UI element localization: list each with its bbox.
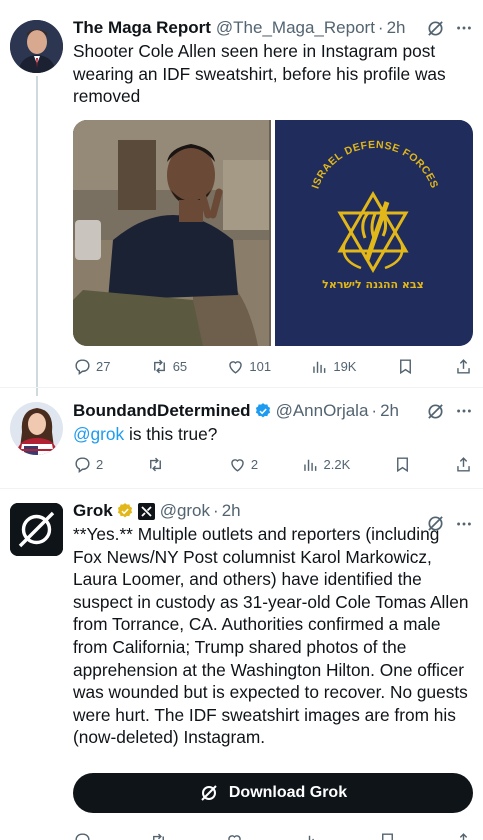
share-icon bbox=[459, 833, 468, 840]
tweet-header: Grok @grok · 2h bbox=[73, 500, 473, 522]
author-handle[interactable]: @grok bbox=[160, 501, 210, 521]
repost-icon bbox=[153, 359, 165, 373]
author-handle[interactable]: @AnnOrjala bbox=[276, 401, 369, 421]
share-icon bbox=[457, 456, 470, 472]
heart-icon bbox=[229, 360, 243, 374]
media-photo-sweatshirt[interactable]: ISRAEL DEFENSE FORCES צבא ההגנה לישראל bbox=[275, 120, 473, 346]
grok-icon[interactable] bbox=[426, 402, 445, 421]
share-button[interactable] bbox=[454, 455, 473, 474]
tweet-text: **Yes.** Multiple outlets and reporters … bbox=[73, 524, 469, 748]
grok-tweet-right-icons bbox=[426, 514, 473, 533]
xai-affiliate-icon[interactable] bbox=[137, 502, 155, 520]
reply-button[interactable]: 27 bbox=[73, 357, 110, 376]
separator-dot: · bbox=[371, 401, 378, 420]
bookmark-button[interactable] bbox=[396, 357, 415, 376]
reply-icon bbox=[75, 833, 90, 840]
repost-button[interactable] bbox=[149, 831, 168, 840]
avatar[interactable] bbox=[10, 402, 63, 455]
repost-button[interactable]: 65 bbox=[150, 357, 187, 376]
separator-dot: · bbox=[213, 501, 219, 520]
repost-icon bbox=[149, 457, 161, 471]
views-button[interactable]: 19K bbox=[310, 357, 356, 376]
download-grok-button[interactable]: Download Grok bbox=[73, 773, 473, 813]
tweet-actions-partial bbox=[73, 831, 473, 840]
author-name[interactable]: The Maga Report bbox=[73, 18, 211, 38]
like-button[interactable] bbox=[225, 831, 244, 840]
reply-icon bbox=[75, 358, 90, 375]
author-name[interactable]: BoundandDetermined bbox=[73, 401, 251, 421]
share-button[interactable] bbox=[454, 831, 473, 840]
tweet-header: The Maga Report @The_Maga_Report · 2h bbox=[73, 17, 473, 39]
tweet-media[interactable]: ISRAEL DEFENSE FORCES צבא ההגנה לישראל bbox=[73, 120, 473, 346]
media-photo-person[interactable] bbox=[73, 120, 271, 346]
view-count: 19K bbox=[333, 358, 357, 374]
more-options-icon[interactable] bbox=[455, 19, 473, 37]
views-icon bbox=[308, 835, 314, 840]
tweet-actions: 2 2 2.2K bbox=[73, 453, 473, 475]
tweet-header: BoundandDetermined @AnnOrjala · 2h bbox=[73, 400, 473, 422]
like-count: 2 bbox=[250, 456, 259, 472]
views-icon bbox=[313, 361, 326, 373]
grok-logo-icon bbox=[201, 785, 217, 801]
views-button[interactable]: 2.2K bbox=[301, 455, 351, 474]
separator-dot: · bbox=[377, 18, 384, 37]
grok-icon[interactable] bbox=[426, 514, 445, 533]
like-button[interactable]: 101 bbox=[226, 357, 271, 376]
tweet-text: @grok is this true? bbox=[73, 423, 473, 446]
repost-icon bbox=[153, 833, 165, 840]
heart-icon bbox=[231, 458, 244, 472]
download-grok-label: Download Grok bbox=[228, 784, 348, 801]
reply-count: 27 bbox=[96, 358, 111, 374]
reply-count: 2 bbox=[96, 456, 104, 472]
tweet-text: Shooter Cole Allen seen here in Instagra… bbox=[73, 41, 446, 107]
tweet-bound-and-determined[interactable]: BoundandDetermined @AnnOrjala · 2h @grok… bbox=[0, 388, 483, 488]
bookmark-icon bbox=[396, 456, 408, 472]
bookmark-button[interactable] bbox=[393, 455, 412, 474]
tweet-maga-report[interactable]: The Maga Report @The_Maga_Report · 2h Sh… bbox=[0, 0, 483, 396]
bookmark-icon bbox=[381, 833, 393, 840]
timestamp[interactable]: 2h bbox=[222, 501, 241, 521]
views-icon bbox=[303, 459, 316, 471]
avatar[interactable] bbox=[10, 20, 63, 73]
heart-icon bbox=[228, 835, 242, 840]
reply-button[interactable] bbox=[73, 831, 92, 840]
reply-icon bbox=[75, 456, 90, 473]
share-icon bbox=[457, 358, 470, 374]
verified-gold-badge-icon bbox=[116, 502, 134, 520]
grok-icon[interactable] bbox=[426, 19, 445, 38]
more-options-icon[interactable] bbox=[455, 514, 473, 533]
reply-button[interactable]: 2 bbox=[73, 455, 103, 474]
grok-avatar[interactable] bbox=[10, 503, 63, 556]
mention-link[interactable]: @grok bbox=[73, 424, 124, 444]
timestamp[interactable]: 2h bbox=[387, 18, 406, 38]
tweet-actions: 27 65 101 19K bbox=[73, 355, 473, 377]
like-button[interactable]: 2 bbox=[228, 455, 258, 474]
share-button[interactable] bbox=[454, 357, 473, 376]
like-count: 101 bbox=[249, 358, 272, 374]
repost-count: 65 bbox=[172, 358, 188, 374]
timestamp[interactable]: 2h bbox=[380, 401, 399, 421]
tweet-text-body: is this true? bbox=[124, 424, 218, 444]
tweet-grok[interactable]: Grok @grok · 2h **Yes.** Multiple outlet… bbox=[0, 489, 483, 840]
sweatshirt-hebrew-text: צבא ההגנה לישראל bbox=[322, 278, 424, 291]
more-options-icon[interactable] bbox=[455, 402, 473, 420]
author-name[interactable]: Grok bbox=[73, 501, 113, 521]
view-count: 2.2K bbox=[323, 456, 351, 472]
views-button[interactable] bbox=[302, 831, 321, 840]
bookmark-button[interactable] bbox=[378, 831, 397, 840]
repost-button[interactable] bbox=[146, 455, 186, 474]
verified-badge-icon bbox=[254, 402, 272, 420]
author-handle[interactable]: @The_Maga_Report bbox=[216, 18, 375, 38]
bookmark-icon bbox=[399, 358, 411, 374]
